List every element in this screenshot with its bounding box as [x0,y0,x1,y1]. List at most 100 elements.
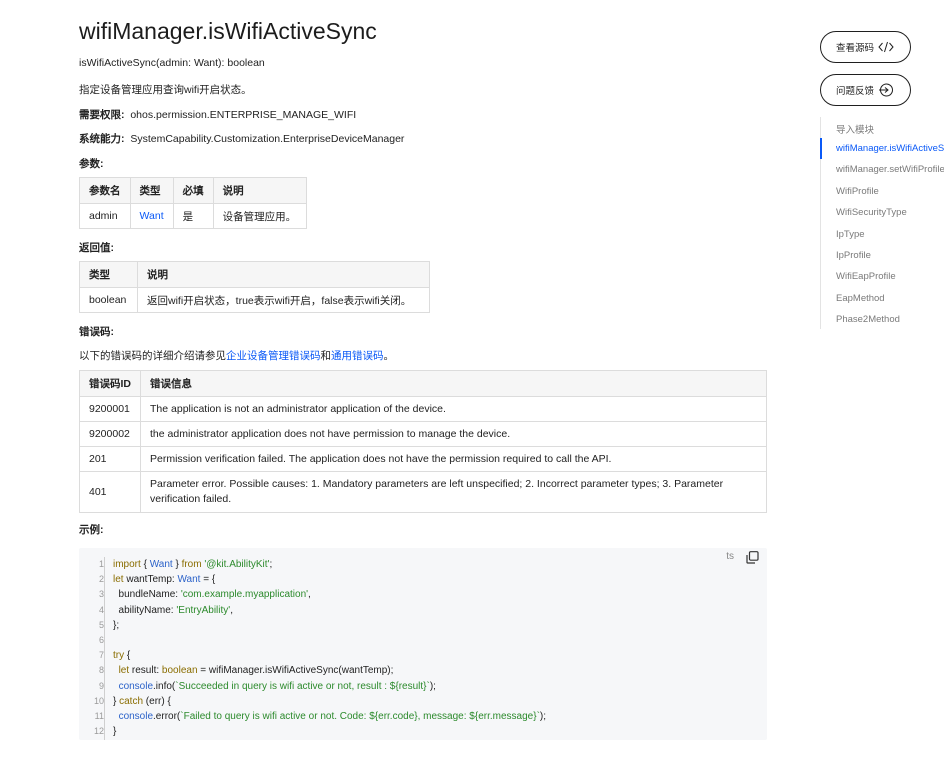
line-number: 11 [94,710,104,721]
toc-item[interactable]: IpType [836,229,865,240]
return-desc-cell: 返回wifi开启状态，true表示wifi开启，false表示wifi关闭。 [137,287,430,313]
code-line: } catch (err) { [113,695,171,707]
return-heading: 返回值: [79,242,114,254]
table-row: 9200001 The application is not an admini… [79,396,767,422]
table-header-cell: 错误信息 [140,370,767,397]
toc-item[interactable]: wifiManager.isWifiActiveSync [836,143,944,154]
toc-item[interactable]: 导入模块 [836,122,874,136]
table-header-row: 参数名 类型 必填 说明 [79,177,307,204]
line-number: 3 [98,589,104,600]
table-header-cell: 说明 [137,261,430,288]
code-line: }; [113,619,120,631]
feedback-label: 问题反馈 [836,86,875,97]
error-code-cell: 401 [79,471,141,513]
code-language-label: ts [726,551,734,562]
errors-heading: 错误码: [79,326,114,338]
line-number: 5 [98,619,104,630]
error-message-cell: The application is not an administrator … [140,396,767,422]
table-row: 201 Permission verification failed. The … [79,446,767,472]
code-block: 1 2 3 4 5 6 7 8 9 10 11 12 import { Want } from '@k… [79,548,767,740]
error-code-cell: 9200002 [79,421,141,447]
error-message-cell: the administrator application does not h… [140,421,767,447]
toc-nav: 导入模块 wifiManager.isWifiActiveSync wifiMana… [820,117,944,329]
code-lines: import { Want } from '@kit.AbilityKit'; l… [113,557,546,739]
code-icon [878,41,894,53]
code-line: try { [113,650,131,662]
permission-label: 需要权限: [79,109,125,121]
enterprise-error-codes-link[interactable]: 企业设备管理错误码 [226,350,321,362]
gutter-divider [104,557,105,740]
line-number: 7 [98,650,104,661]
table-header-cell: 参数名 [79,177,131,204]
table-row: 401 Parameter error. Possible causes: 1.… [79,471,767,513]
toc-item[interactable]: WifiProfile [836,186,879,197]
code-line: bundleName: 'com.example.myapplication', [113,589,311,601]
code-line: let wantTemp: Want = { [113,574,216,586]
table-row: boolean 返回wifi开启状态，true表示wifi开启，false表示w… [79,287,430,313]
permission-value: ohos.permission.ENTERPRISE_MANAGE_WIFI [130,109,357,121]
line-number: 2 [98,574,104,585]
errors-table: 错误码ID 错误信息 9200001 The application is no… [79,370,767,513]
line-number-gutter: 1 2 3 4 5 6 7 8 9 10 11 12 [79,557,104,739]
syscap-line: 系统能力: SystemCapability.Customization.Ent… [79,131,404,146]
right-sidebar: 查看源码 问题反馈 导入模块 wifiManager.isWifiActiveSy… [820,0,944,760]
param-type-link[interactable]: Want [129,203,174,229]
line-number: 1 [98,559,104,569]
syscap-label: 系统能力: [79,133,125,145]
error-code-cell: 201 [79,446,141,472]
params-table: 参数名 类型 必填 说明 admin Want 是 设备管理应用。 [79,177,307,229]
toc-active-marker [820,138,822,159]
code-line: let result: boolean = wifiManager.isWifi… [118,665,394,677]
table-row: 9200002 the administrator application do… [79,421,767,447]
code-line: console.info(`Succeeded in query is wifi… [118,680,436,692]
syscap-value: SystemCapability.Customization.Enterpris… [130,133,405,145]
table-header-cell: 说明 [212,177,307,204]
toc-item[interactable]: EapMethod [836,293,885,304]
toc-item[interactable]: Phase2Method [836,314,900,325]
table-header-cell: 必填 [172,177,214,204]
error-code-cell: 9200001 [79,396,141,422]
line-number: 6 [98,634,104,645]
table-row: admin Want 是 设备管理应用。 [79,203,307,229]
return-type-cell: boolean [79,287,138,313]
param-name-cell: admin [79,203,131,229]
toc-item[interactable]: WifiSecurityType [836,207,907,218]
table-header-cell: 类型 [79,261,138,288]
permission-line: 需要权限: ohos.permission.ENTERPRISE_MANAGE_… [79,107,356,122]
code-line: import { Want } from '@kit.AbilityKit'; [113,559,273,570]
view-source-button[interactable]: 查看源码 [820,31,911,63]
example-heading: 示例: [79,524,104,536]
table-header-cell: 类型 [129,177,174,204]
errors-intro-prefix: 以下的错误码的详细介绍请参见 [79,350,226,362]
param-required-cell: 是 [172,203,214,229]
error-message-cell: Permission verification failed. The appl… [140,446,767,472]
toc-item[interactable]: wifiManager.setWifiProfileSync [836,164,944,175]
feedback-button[interactable]: 问题反馈 [820,74,911,106]
toc-item[interactable]: WifiEapProfile [836,271,896,282]
param-desc-cell: 设备管理应用。 [212,203,307,229]
errors-intro: 以下的错误码的详细介绍请参见企业设备管理错误码和通用错误码。 [79,348,394,363]
line-number: 10 [93,695,104,706]
api-signature: isWifiActiveSync(admin: Want): boolean [79,57,265,69]
errors-intro-and: 和 [320,350,332,362]
code-line: console.error(`Failed to query is wifi a… [118,710,547,722]
line-number: 8 [98,665,104,676]
common-error-codes-link[interactable]: 通用错误码 [331,350,384,362]
error-message-cell: Parameter error. Possible causes: 1. Man… [140,471,767,513]
view-source-label: 查看源码 [836,43,875,54]
params-heading: 参数: [79,158,104,170]
toc-item[interactable]: IpProfile [836,250,871,261]
api-description: 指定设备管理应用查询wifi开启状态。 [79,84,252,96]
line-number: 4 [98,604,104,615]
table-header-cell: 错误码ID [79,370,141,397]
page-title: wifiManager.isWifiActiveSync [79,18,377,44]
line-number: 9 [98,680,104,691]
line-number: 12 [93,726,104,737]
table-header-row: 类型 说明 [79,261,430,288]
feedback-icon [879,83,894,97]
return-table: 类型 说明 boolean 返回wifi开启状态，true表示wifi开启，fa… [79,261,430,313]
copy-icon[interactable] [746,551,760,565]
code-line: abilityName: 'EntryAbility', [113,604,233,616]
errors-intro-suffix: 。 [383,350,395,362]
